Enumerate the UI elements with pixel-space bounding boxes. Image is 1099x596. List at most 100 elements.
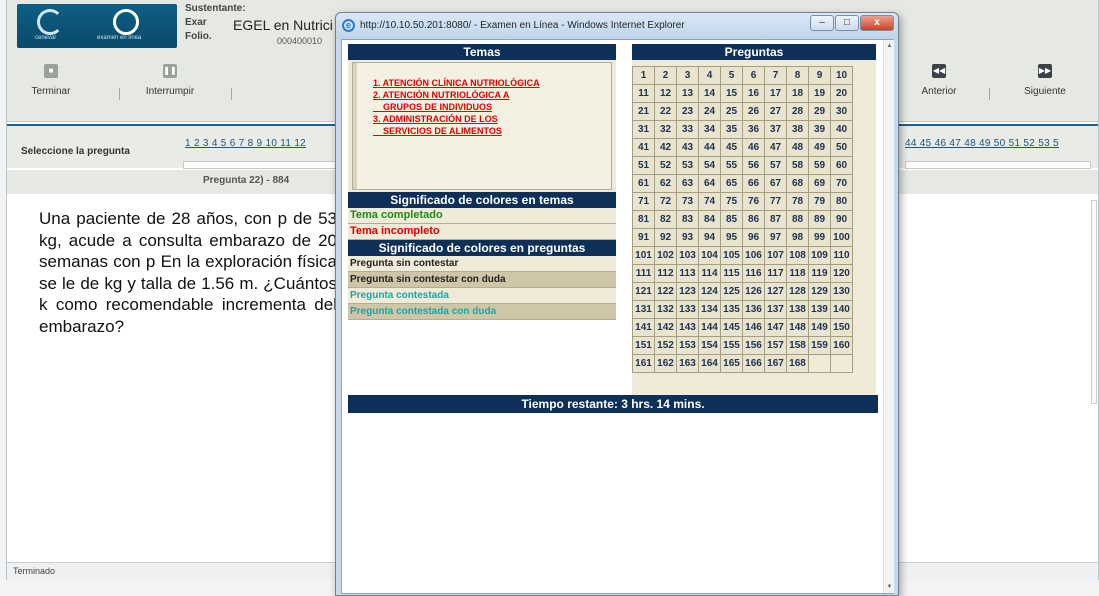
question-cell-87[interactable]: 87 — [764, 210, 787, 229]
question-cell-63[interactable]: 63 — [676, 174, 699, 193]
question-cell-32[interactable]: 32 — [654, 120, 677, 139]
question-cell-78[interactable]: 78 — [786, 192, 809, 211]
question-cell-35[interactable]: 35 — [720, 120, 743, 139]
question-cell-110[interactable]: 110 — [830, 246, 853, 265]
question-cell-129[interactable]: 129 — [808, 282, 831, 301]
question-cell-123[interactable]: 123 — [676, 282, 699, 301]
question-cell-15[interactable]: 15 — [720, 84, 743, 103]
question-cell-116[interactable]: 116 — [742, 264, 765, 283]
question-cell-91[interactable]: 91 — [632, 228, 655, 247]
question-cell-117[interactable]: 117 — [764, 264, 787, 283]
question-cell-41[interactable]: 41 — [632, 138, 655, 157]
question-cell-161[interactable]: 161 — [632, 354, 655, 373]
question-cell-19[interactable]: 19 — [808, 84, 831, 103]
question-cell-44[interactable]: 44 — [698, 138, 721, 157]
question-cell-163[interactable]: 163 — [676, 354, 699, 373]
question-cell-166[interactable]: 166 — [742, 354, 765, 373]
question-cell-132[interactable]: 132 — [654, 300, 677, 319]
question-cell-59[interactable]: 59 — [808, 156, 831, 175]
question-cell-100[interactable]: 100 — [830, 228, 853, 247]
question-cell-148[interactable]: 148 — [786, 318, 809, 337]
question-cell-34[interactable]: 34 — [698, 120, 721, 139]
question-cell-81[interactable]: 81 — [632, 210, 655, 229]
question-cell-73[interactable]: 73 — [676, 192, 699, 211]
question-cell-22[interactable]: 22 — [654, 102, 677, 121]
question-cell-70[interactable]: 70 — [830, 174, 853, 193]
question-cell-121[interactable]: 121 — [632, 282, 655, 301]
question-cell-105[interactable]: 105 — [720, 246, 743, 265]
question-cell-52[interactable]: 52 — [654, 156, 677, 175]
scroll-down-icon[interactable]: ▼ — [884, 581, 895, 593]
minimize-button[interactable]: – — [810, 15, 834, 31]
close-button[interactable]: x — [860, 15, 894, 31]
question-cell-37[interactable]: 37 — [764, 120, 787, 139]
question-cell-101[interactable]: 101 — [632, 246, 655, 265]
topic-link-2-cont[interactable]: GRUPOS DE INDIVIDUOS — [373, 101, 492, 113]
selector-scrollbar-left[interactable] — [183, 161, 343, 169]
question-cell-64[interactable]: 64 — [698, 174, 721, 193]
question-cell-127[interactable]: 127 — [764, 282, 787, 301]
question-cell-88[interactable]: 88 — [786, 210, 809, 229]
question-cell-9[interactable]: 9 — [808, 66, 831, 85]
question-cell-80[interactable]: 80 — [830, 192, 853, 211]
question-cell-85[interactable]: 85 — [720, 210, 743, 229]
question-cell-39[interactable]: 39 — [808, 120, 831, 139]
question-cell-134[interactable]: 134 — [698, 300, 721, 319]
question-cell-92[interactable]: 92 — [654, 228, 677, 247]
question-cell-111[interactable]: 111 — [632, 264, 655, 283]
question-cell-162[interactable]: 162 — [654, 354, 677, 373]
question-cell-56[interactable]: 56 — [742, 156, 765, 175]
question-cell-51[interactable]: 51 — [632, 156, 655, 175]
question-cell-83[interactable]: 83 — [676, 210, 699, 229]
question-cell-40[interactable]: 40 — [830, 120, 853, 139]
question-cell-157[interactable]: 157 — [764, 336, 787, 355]
question-cell-118[interactable]: 118 — [786, 264, 809, 283]
question-cell-5[interactable]: 5 — [720, 66, 743, 85]
question-cell-131[interactable]: 131 — [632, 300, 655, 319]
question-cell-28[interactable]: 28 — [786, 102, 809, 121]
question-cell-71[interactable]: 71 — [632, 192, 655, 211]
question-cell-155[interactable]: 155 — [720, 336, 743, 355]
question-cell-112[interactable]: 112 — [654, 264, 677, 283]
question-cell-69[interactable]: 69 — [808, 174, 831, 193]
question-cell-61[interactable]: 61 — [632, 174, 655, 193]
question-cell-76[interactable]: 76 — [742, 192, 765, 211]
question-cell-114[interactable]: 114 — [698, 264, 721, 283]
popup-scrollbar[interactable]: ▲ ▼ — [883, 40, 894, 593]
question-cell-151[interactable]: 151 — [632, 336, 655, 355]
question-cell-43[interactable]: 43 — [676, 138, 699, 157]
selector-scrollbar-right[interactable] — [905, 161, 1091, 169]
question-cell-143[interactable]: 143 — [676, 318, 699, 337]
question-cell-159[interactable]: 159 — [808, 336, 831, 355]
question-cell-108[interactable]: 108 — [786, 246, 809, 265]
question-cell-149[interactable]: 149 — [808, 318, 831, 337]
question-cell-18[interactable]: 18 — [786, 84, 809, 103]
question-cell-135[interactable]: 135 — [720, 300, 743, 319]
question-cell-103[interactable]: 103 — [676, 246, 699, 265]
question-cell-96[interactable]: 96 — [742, 228, 765, 247]
question-cell-4[interactable]: 4 — [698, 66, 721, 85]
question-cell-141[interactable]: 141 — [632, 318, 655, 337]
question-cell-130[interactable]: 130 — [830, 282, 853, 301]
question-links-left[interactable]: 1 2 3 4 5 6 7 8 9 10 11 12 — [185, 138, 306, 149]
topic-link-3[interactable]: 3. ADMINISTRACIÓN DE LOS — [373, 113, 498, 125]
topic-link-3-cont[interactable]: SERVICIOS DE ALIMENTOS — [373, 125, 502, 137]
question-cell-98[interactable]: 98 — [786, 228, 809, 247]
question-cell-94[interactable]: 94 — [698, 228, 721, 247]
question-cell-24[interactable]: 24 — [698, 102, 721, 121]
answer-scrollbar[interactable] — [1091, 200, 1097, 404]
question-cell-53[interactable]: 53 — [676, 156, 699, 175]
question-cell-8[interactable]: 8 — [786, 66, 809, 85]
question-cell-65[interactable]: 65 — [720, 174, 743, 193]
question-cell-102[interactable]: 102 — [654, 246, 677, 265]
question-cell-75[interactable]: 75 — [720, 192, 743, 211]
question-cell-152[interactable]: 152 — [654, 336, 677, 355]
question-cell-124[interactable]: 124 — [698, 282, 721, 301]
question-cell-27[interactable]: 27 — [764, 102, 787, 121]
question-cell-147[interactable]: 147 — [764, 318, 787, 337]
question-cell-20[interactable]: 20 — [830, 84, 853, 103]
question-cell-138[interactable]: 138 — [786, 300, 809, 319]
interrumpir-button[interactable]: ❚❚ Interrumpir — [135, 64, 205, 97]
question-cell-139[interactable]: 139 — [808, 300, 831, 319]
question-cell-128[interactable]: 128 — [786, 282, 809, 301]
